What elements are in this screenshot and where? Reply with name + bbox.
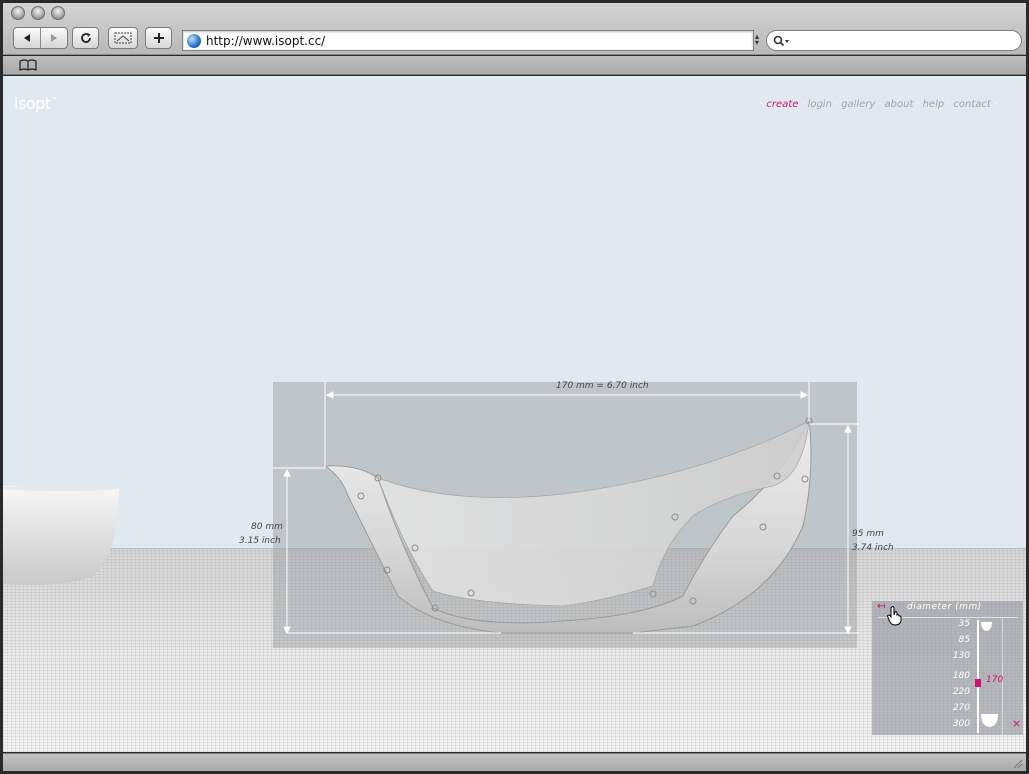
hand-cursor-icon bbox=[887, 606, 902, 626]
webpage: isopt™ · create · login · gallery · abou… bbox=[3, 76, 1026, 752]
close-panel-icon[interactable]: × bbox=[1012, 717, 1021, 730]
small-bowl-icon bbox=[981, 622, 992, 631]
diameter-title: diameter (mm) bbox=[907, 602, 982, 612]
large-bowl-icon bbox=[981, 714, 998, 727]
resize-grip-icon[interactable] bbox=[1012, 758, 1023, 769]
back-arrow-icon[interactable]: ↤ bbox=[877, 601, 885, 612]
close-window-icon[interactable] bbox=[11, 6, 25, 20]
search-icon bbox=[773, 35, 789, 46]
snippet-button[interactable] bbox=[108, 27, 138, 49]
right-height-inch-label: 3.74 inch bbox=[852, 543, 894, 553]
scale-label: 35 bbox=[958, 619, 970, 629]
scale-label: 180 bbox=[952, 671, 970, 681]
diameter-slider-track[interactable] bbox=[977, 620, 979, 733]
back-forward-buttons bbox=[13, 27, 68, 49]
minimize-window-icon[interactable] bbox=[31, 6, 45, 20]
browser-window: http://www.isopt.cc/ ▴ ▾ isopt™ · create … bbox=[0, 0, 1029, 774]
webclip-icon bbox=[114, 32, 132, 44]
scale-label: 130 bbox=[952, 651, 970, 661]
bookmarks-bar bbox=[3, 56, 1026, 75]
address-bar[interactable]: http://www.isopt.cc/ bbox=[182, 30, 754, 51]
bookmarks-book-icon[interactable] bbox=[19, 59, 37, 71]
plus-icon bbox=[153, 33, 164, 43]
forward-button[interactable] bbox=[40, 28, 67, 48]
search-field[interactable] bbox=[766, 30, 1022, 51]
scale-label: 270 bbox=[952, 703, 970, 713]
scale-label: 220 bbox=[952, 687, 970, 697]
forward-arrow-icon bbox=[51, 34, 57, 42]
left-height-inch-label: 3.15 inch bbox=[239, 536, 281, 546]
scale-label: 85 bbox=[958, 635, 970, 645]
right-height-mm-label: 95 mm bbox=[852, 529, 884, 539]
scale-label: 300 bbox=[952, 719, 970, 729]
browser-toolbar: http://www.isopt.cc/ ▴ ▾ bbox=[3, 3, 1026, 55]
back-button[interactable] bbox=[14, 28, 40, 48]
globe-icon bbox=[187, 33, 201, 48]
address-caret-icon[interactable]: ▴ ▾ bbox=[755, 33, 763, 47]
address-url: http://www.isopt.cc/ bbox=[206, 33, 326, 48]
back-arrow-icon bbox=[24, 34, 30, 42]
reload-icon bbox=[80, 33, 91, 43]
zoom-window-icon[interactable] bbox=[51, 6, 65, 20]
status-bar bbox=[3, 753, 1026, 771]
reload-button[interactable] bbox=[72, 27, 99, 49]
width-dimension-label: 170 mm = 6.70 inch bbox=[556, 381, 649, 391]
diameter-current-value: 170 bbox=[986, 675, 1004, 685]
add-bookmark-button[interactable] bbox=[145, 27, 172, 49]
left-height-mm-label: 80 mm bbox=[251, 522, 283, 532]
diameter-slider-thumb[interactable] bbox=[975, 679, 981, 687]
